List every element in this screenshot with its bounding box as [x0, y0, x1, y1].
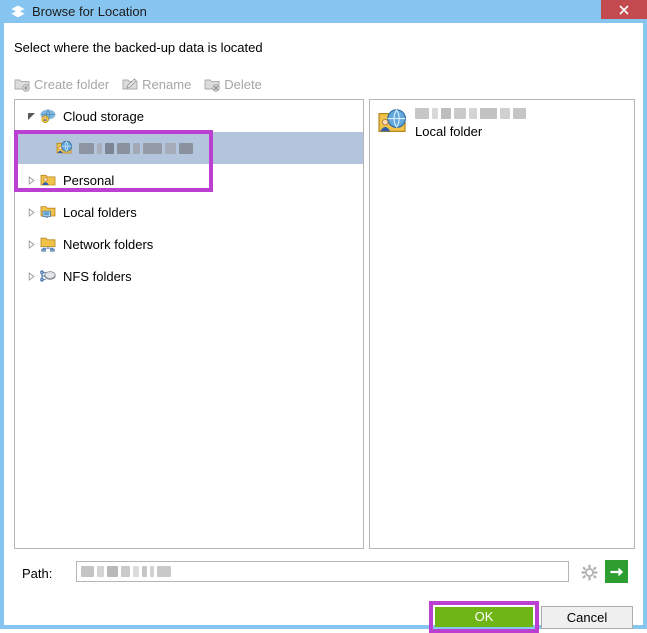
- cloud-storage-icon: [39, 107, 57, 125]
- expander-expand-icon[interactable]: [23, 228, 39, 260]
- create-folder-button[interactable]: Create folder: [14, 76, 109, 92]
- expander-expand-icon[interactable]: [23, 164, 39, 196]
- dialog-window: Browse for Location Select where the bac…: [0, 0, 647, 633]
- new-folder-icon: [14, 76, 30, 92]
- detail-item-texts: Local folder: [415, 106, 526, 139]
- gear-icon[interactable]: [581, 564, 598, 581]
- delete-label: Delete: [224, 76, 262, 92]
- dialog-client-area: Select where the backed-up data is locat…: [4, 23, 643, 633]
- delete-folder-icon: [204, 76, 221, 92]
- path-input[interactable]: [76, 561, 569, 582]
- go-button[interactable]: [605, 560, 628, 583]
- tree-item-cloud-account[interactable]: [15, 132, 363, 164]
- rename-label: Rename: [142, 76, 192, 92]
- create-folder-label: Create folder: [34, 76, 110, 92]
- tree-item-label: Personal: [63, 172, 115, 188]
- tree-item-label: NFS folders: [63, 268, 132, 284]
- tree-item-label: Cloud storage: [63, 108, 144, 124]
- detail-item-subtitle: Local folder: [415, 124, 483, 139]
- ok-button[interactable]: OK: [435, 607, 533, 627]
- folder-detail-list[interactable]: Local folder: [369, 99, 635, 549]
- path-label: Path:: [22, 566, 53, 581]
- local-folder-icon: [39, 203, 57, 221]
- tree-item-network-folders[interactable]: Network folders: [15, 228, 363, 260]
- title-bar: Browse for Location: [0, 0, 647, 23]
- tree-item-label: Network folders: [63, 236, 154, 252]
- expander-expand-icon[interactable]: [23, 196, 39, 228]
- expander-expand-icon[interactable]: [23, 260, 39, 292]
- network-folder-icon: [39, 235, 57, 253]
- tree-item-local-folders[interactable]: Local folders: [15, 196, 363, 228]
- layers-icon: [10, 4, 26, 20]
- tree-item-nfs-folders[interactable]: NFS folders: [15, 260, 363, 292]
- rename-button[interactable]: Rename: [122, 76, 191, 92]
- cloud-account-folder-icon: [376, 106, 408, 138]
- delete-button[interactable]: Delete: [204, 76, 262, 92]
- tree-item-label: Local folders: [63, 204, 137, 220]
- window-title: Browse for Location: [32, 4, 147, 19]
- expander-collapse-icon[interactable]: [23, 100, 39, 132]
- folder-toolbar: Create folder Rename Delete: [14, 74, 275, 94]
- path-value-redacted: [81, 566, 171, 577]
- detail-item-name-redacted: [415, 108, 526, 119]
- nfs-share-icon: [39, 267, 57, 285]
- tree-item-label-redacted: [79, 142, 193, 154]
- rename-pencil-icon: [122, 76, 138, 92]
- detail-list-item[interactable]: Local folder: [376, 106, 626, 139]
- personal-folder-icon: [39, 171, 57, 189]
- tree-item-personal[interactable]: Personal: [15, 164, 363, 196]
- cancel-button[interactable]: Cancel: [541, 606, 633, 629]
- cloud-account-folder-icon: [55, 139, 73, 157]
- tree-item-cloud-storage[interactable]: Cloud storage: [15, 100, 363, 132]
- dialog-prompt: Select where the backed-up data is locat…: [14, 40, 263, 55]
- close-button[interactable]: [601, 0, 647, 19]
- location-tree[interactable]: Cloud storage Personal Local folders Net…: [14, 99, 364, 549]
